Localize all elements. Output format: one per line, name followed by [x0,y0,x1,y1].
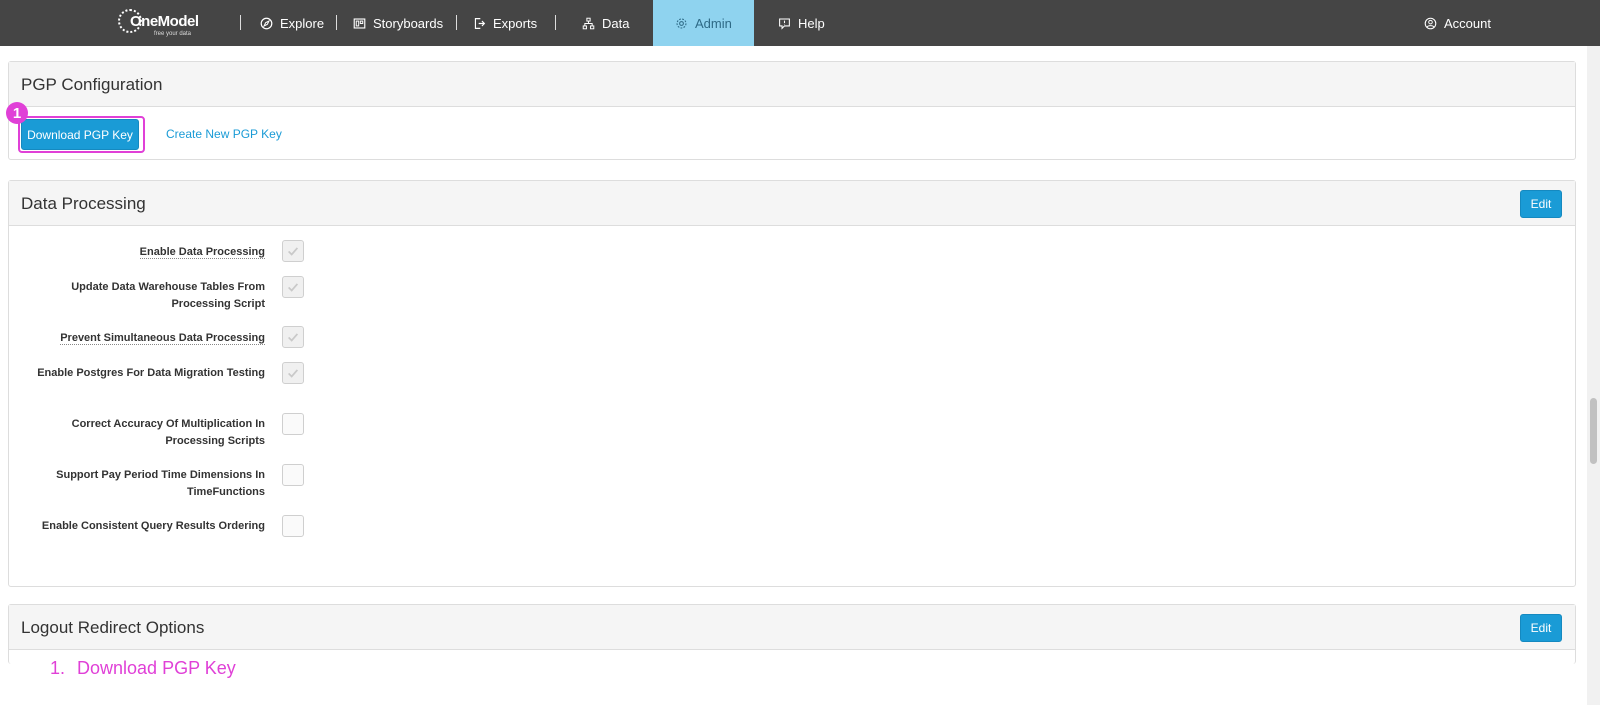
step-badge: 1 [6,102,28,124]
nav-item-data[interactable]: Data [578,0,633,46]
nav-divider [336,15,337,30]
checkmark-icon [288,333,299,342]
logout-redirect-panel: Logout Redirect Options Edit [8,604,1576,664]
checkmark-icon [288,369,299,378]
edit-button[interactable]: Edit [1520,190,1562,218]
setting-label: Correct Accuracy Of Multiplication In Pr… [71,418,265,447]
nav-label: Admin [695,15,732,31]
consistent-ordering-checkbox[interactable] [282,515,304,537]
account-menu[interactable]: Account [1420,0,1495,46]
nav-item-explore[interactable]: Explore [256,0,328,46]
edit-button[interactable]: Edit [1520,614,1562,642]
nav-item-help[interactable]: Help [774,0,829,46]
setting-label: Update Data Warehouse Tables From Proces… [71,281,265,310]
scrollbar-thumb[interactable] [1590,398,1597,464]
checkmark-icon [288,283,299,292]
setting-label: Enable Data Processing [139,246,265,259]
nav-divider [240,15,241,30]
setting-label: Enable Consistent Query Results Ordering [41,520,265,532]
vertical-scrollbar[interactable] [1587,46,1600,705]
help-bubble-icon [779,18,790,30]
step-text: Download PGP Key [77,658,236,678]
panel-header: Logout Redirect Options Edit [9,605,1575,650]
storyboard-icon [353,17,366,29]
nav-item-admin[interactable]: Admin [653,0,754,46]
panel-header: PGP Configuration [9,62,1575,107]
prevent-simultaneous-checkbox[interactable] [282,326,304,348]
compass-icon [260,17,273,29]
gear-icon [676,18,687,28]
logo-tagline: free your data [154,31,192,37]
setting-label: Enable Postgres For Data Migration Testi… [37,367,265,379]
download-pgp-key-button[interactable]: Download PGP Key [21,119,139,150]
enable-data-processing-checkbox[interactable] [282,240,304,262]
correct-accuracy-checkbox[interactable] [282,413,304,435]
nav-item-exports[interactable]: Exports [469,0,541,46]
nav-label: Exports [493,15,538,31]
pay-period-checkbox[interactable] [282,464,304,486]
enable-postgres-checkbox[interactable] [282,362,304,384]
nav-divider [456,15,457,30]
panel-body: Download PGP Key 1 Create New PGP Key [6,102,1575,160]
step-caption: 1. Download PGP Key [50,658,236,679]
top-navbar: OneModel free your data Explore Storyboa… [0,0,1600,46]
checkmark-icon [288,247,299,256]
nav-divider [555,15,556,30]
nav-label: Explore [280,15,325,31]
panel-title: Logout Redirect Options [21,618,205,637]
update-dw-tables-checkbox[interactable] [282,276,304,298]
export-icon [474,17,486,29]
panel-body: Enable Data Processing Update Data Wareh… [9,226,1575,586]
panel-header: Data Processing Edit [9,181,1575,226]
user-circle-icon [1424,17,1437,29]
onemodel-logo[interactable]: OneModel free your data [118,7,199,39]
nav-label: Help [798,15,825,31]
panel-title: Data Processing [21,194,146,213]
account-label: Account [1444,15,1491,31]
nav-item-storyboards[interactable]: Storyboards [349,0,447,46]
create-new-pgp-key-link[interactable]: Create New PGP Key [166,127,282,141]
nav-label: Storyboards [373,15,444,31]
pgp-configuration-panel: PGP Configuration Download PGP Key 1 Cre… [6,61,1576,160]
setting-label: Prevent Simultaneous Data Processing [60,332,265,345]
data-processing-panel: Data Processing Edit Enable Data Process… [8,180,1576,587]
panel-title: PGP Configuration [21,75,163,94]
logo-brand: OneModel [130,13,199,30]
setting-label: Support Pay Period Time Dimensions In Ti… [56,469,265,498]
nav-label: Data [602,15,630,31]
hierarchy-icon [582,17,595,29]
step-number: 1. [50,658,66,678]
